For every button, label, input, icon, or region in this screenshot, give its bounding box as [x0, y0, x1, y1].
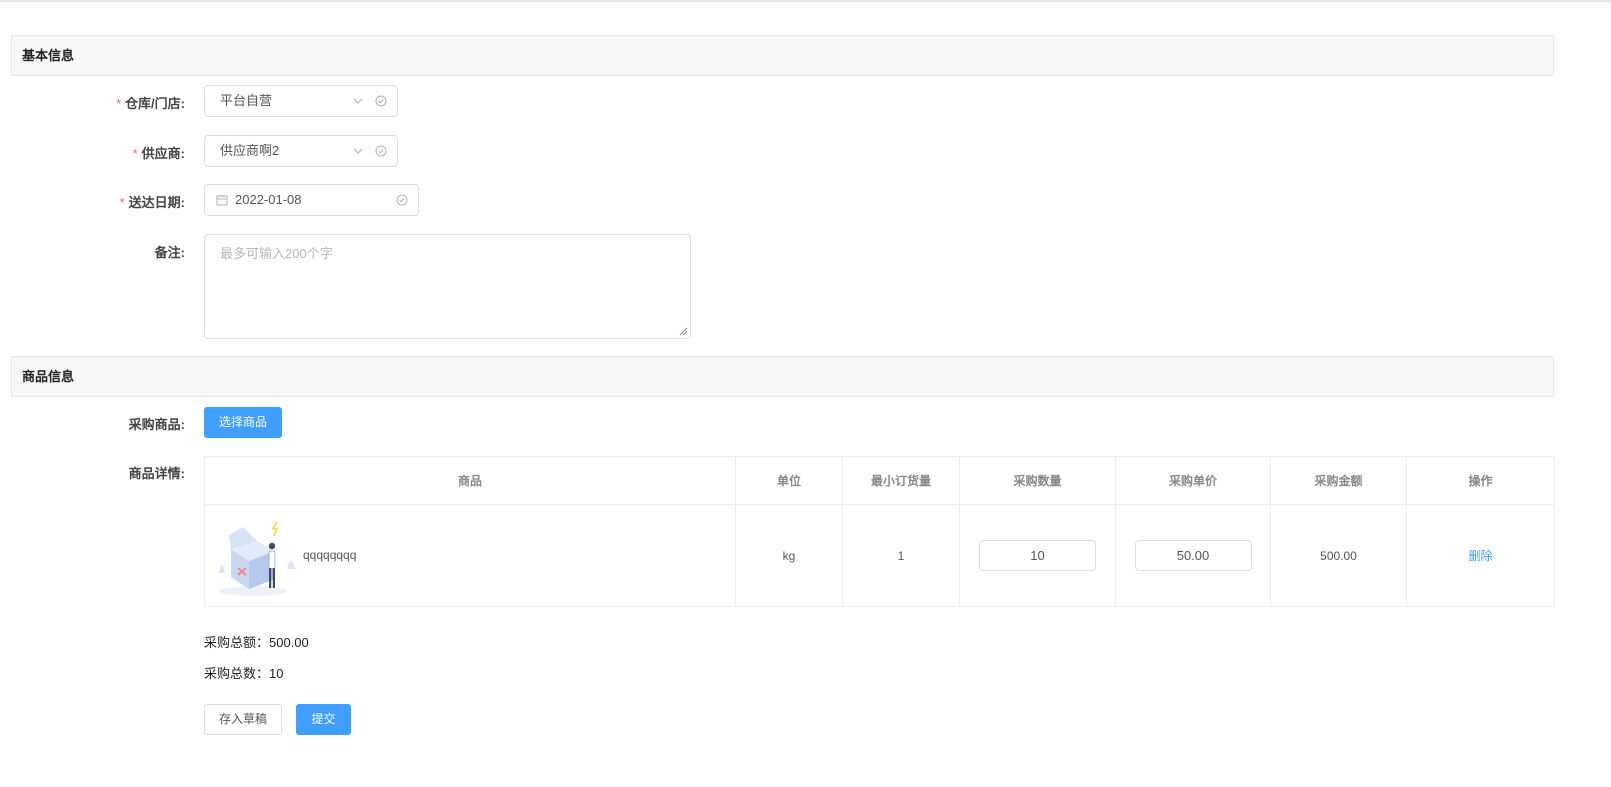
- check-circle-icon: [375, 95, 387, 107]
- delete-link[interactable]: 删除: [1468, 549, 1492, 563]
- quantity-input[interactable]: 10: [979, 540, 1096, 571]
- delivery-date-value: 2022-01-08: [235, 192, 302, 207]
- chevron-down-icon: [353, 98, 363, 104]
- basic-info-title: 基本信息: [22, 48, 75, 63]
- goods-info-title: 商品信息: [22, 369, 75, 384]
- goods-name: qqqqqqqq: [303, 548, 357, 562]
- select-goods-button[interactable]: 选择商品: [204, 407, 282, 438]
- submit-button[interactable]: 提交: [296, 704, 351, 735]
- column-header-unit-price: 采购单价: [1115, 456, 1271, 505]
- required-mark: *: [119, 195, 125, 210]
- quantity-cell: 10: [959, 504, 1116, 607]
- delivery-date-picker[interactable]: 2022-01-08: [204, 184, 419, 216]
- goods-thumbnail: [219, 520, 295, 596]
- column-header-amount: 采购金额: [1270, 456, 1407, 505]
- table-row: qqqqqqqq kg 1 10 50.00 500.00 删除: [204, 504, 1555, 607]
- delivery-date-label: * 送达日期:: [119, 195, 185, 210]
- amount-cell: 500.00: [1270, 504, 1407, 607]
- warehouse-label: * 仓库/门店:: [115, 96, 185, 111]
- purchase-total-count: 采购总数：10: [204, 666, 284, 681]
- warehouse-value: 平台自营: [220, 93, 273, 108]
- unit-cell: kg: [735, 504, 843, 607]
- goods-info-header: 商品信息: [11, 356, 1554, 397]
- remark-label: 备注:: [154, 245, 185, 260]
- column-header-unit: 单位: [735, 456, 843, 505]
- save-draft-button[interactable]: 存入草稿: [204, 704, 282, 735]
- table-header-row: 商品 单位 最小订货量 采购数量 采购单价 采购金额 操作: [204, 456, 1555, 505]
- supplier-select[interactable]: 供应商啊2: [204, 135, 398, 167]
- top-divider: [0, 0, 1611, 2]
- goods-cell: qqqqqqqq: [204, 504, 736, 607]
- column-header-action: 操作: [1406, 456, 1555, 505]
- unit-price-cell: 50.00: [1115, 504, 1271, 607]
- supplier-label: * 供应商:: [132, 146, 185, 161]
- action-cell: 删除: [1406, 504, 1555, 607]
- check-circle-icon: [396, 194, 408, 206]
- chevron-down-icon: [353, 148, 363, 154]
- check-circle-icon: [375, 145, 387, 157]
- min-order-cell: 1: [842, 504, 960, 607]
- remark-placeholder: 最多可输入200个字: [220, 246, 333, 261]
- purchase-goods-label: 采购商品:: [128, 417, 185, 432]
- required-mark: *: [115, 96, 122, 111]
- resize-grip-icon[interactable]: [679, 327, 688, 336]
- unit-price-input[interactable]: 50.00: [1134, 540, 1252, 571]
- goods-table: 商品 单位 最小订货量 采购数量 采购单价 采购金额 操作 qqqqqqqq k…: [204, 456, 1555, 607]
- goods-detail-label: 商品详情:: [128, 466, 185, 481]
- column-header-quantity: 采购数量: [959, 456, 1116, 505]
- purchase-total-amount: 采购总额：500.00: [204, 635, 309, 650]
- column-header-min-order: 最小订货量: [842, 456, 960, 505]
- column-header-goods: 商品: [204, 456, 736, 505]
- warehouse-select[interactable]: 平台自营: [204, 85, 398, 117]
- required-mark: *: [132, 146, 138, 161]
- calendar-icon: [216, 195, 228, 206]
- remark-textarea[interactable]: 最多可输入200个字: [204, 234, 691, 339]
- basic-info-header: 基本信息: [11, 35, 1554, 76]
- supplier-value: 供应商啊2: [220, 143, 280, 158]
